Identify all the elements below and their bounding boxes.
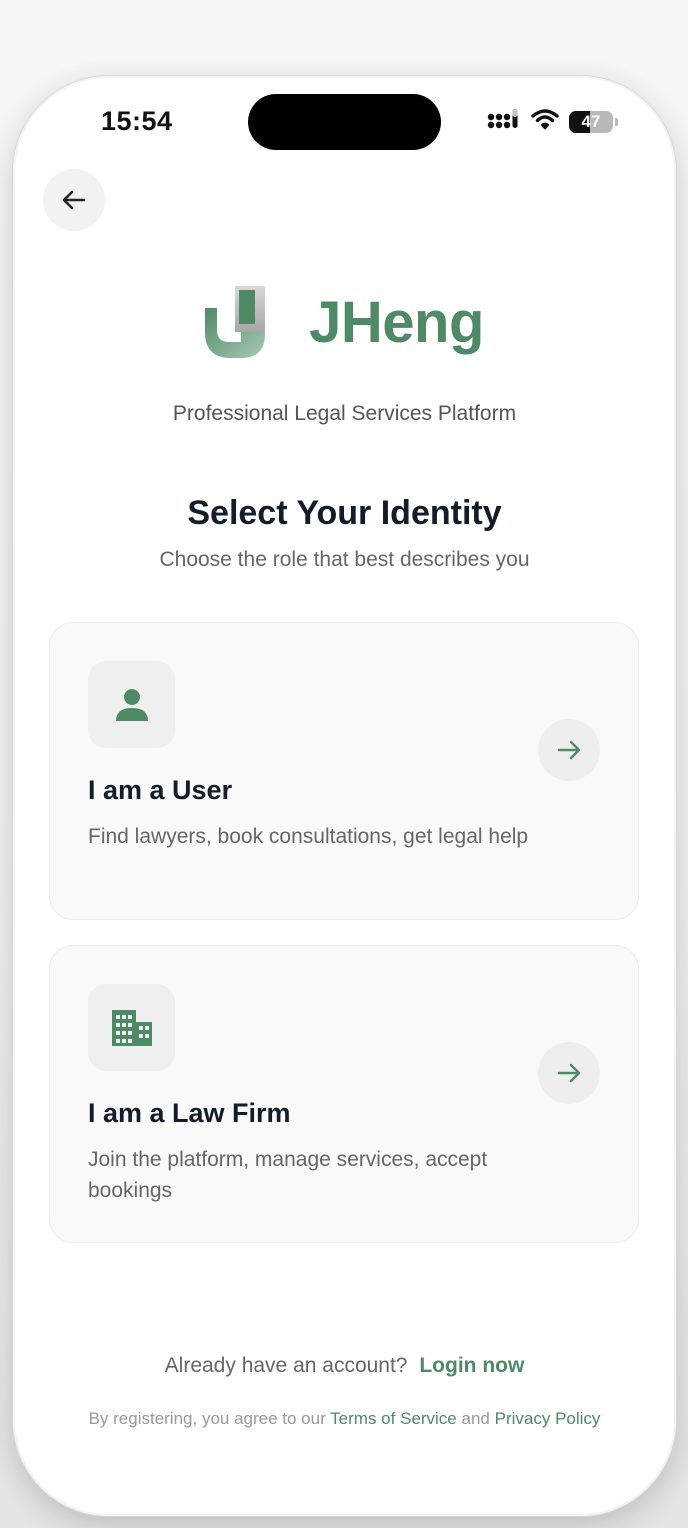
status-icons: 47 [487,108,618,135]
role-card-title: I am a User [88,775,233,805]
terms-notice: By registering, you agree to our Terms o… [13,1409,676,1429]
brand-tagline: Professional Legal Services Platform [172,402,517,425]
arrow-right-icon [557,1063,581,1083]
jheng-logo-icon [205,286,266,358]
terms-and-text: and [461,1409,490,1428]
arrow-right-icon [557,740,581,760]
role-card-description: Find lawyers, book consultations, get le… [88,825,529,848]
privacy-policy-link[interactable]: Privacy Policy [495,1409,601,1428]
wifi-icon [531,108,559,135]
brand-logo: JHeng [13,286,676,358]
terms-of-service-link[interactable]: Terms of Service [330,1409,457,1428]
page-subtitle: Choose the role that best describes you [159,548,530,571]
card-icon-container [88,984,175,1071]
phone-screen: 15:54 47 JHeng Professional Legal Servic… [13,76,676,1516]
battery-level: 47 [581,111,601,131]
signal-icon [487,108,521,135]
building-icon [111,1009,152,1046]
role-card-law-firm[interactable]: I am a Law Firm Join the platform, manag… [49,945,639,1243]
dynamic-island [248,94,441,150]
role-card-user[interactable]: I am a User Find lawyers, book consultat… [49,622,639,920]
battery-nub [615,117,618,126]
arrow-left-icon [62,190,86,210]
battery-icon: 47 [569,110,618,133]
battery-body: 47 [569,110,613,133]
brand-name: JHeng [309,289,484,355]
back-button[interactable] [43,169,105,231]
login-link[interactable]: Login now [419,1354,524,1377]
role-card-description: Join the platform, manage services, acce… [88,1148,488,1202]
status-time: 15:54 [101,106,173,136]
account-prompt-text: Already have an account? [164,1354,408,1377]
page-title: Select Your Identity [187,494,502,532]
role-card-arrow-button[interactable] [538,719,600,781]
role-card-title: I am a Law Firm [88,1098,291,1128]
card-icon-container [88,661,175,748]
person-icon [115,688,148,721]
role-card-arrow-button[interactable] [538,1042,600,1104]
login-prompt: Already have an account? Login now [13,1354,676,1378]
terms-prefix-text: By registering, you agree to our [88,1409,326,1428]
